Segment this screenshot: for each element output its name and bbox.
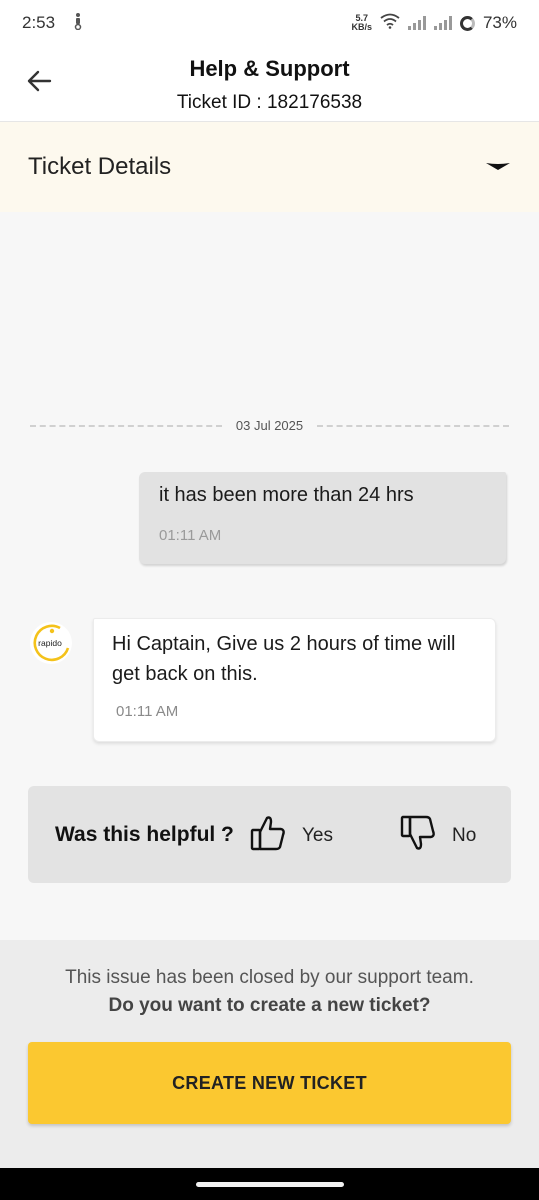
page-title: Help & Support [189,56,350,81]
feedback-card: Was this helpful ? Yes No [28,786,511,883]
create-new-ticket-button[interactable]: CREATE NEW TICKET [28,1042,511,1124]
status-bar: 2:53 5.7 KB/s 73% [0,0,539,46]
closed-note-text: This issue has been closed by our suppor… [65,967,474,988]
chat-area[interactable]: 03 Jul 2025 it has been more than 24 hrs… [0,212,539,940]
chat-date: 03 Jul 2025 [235,418,304,433]
message-text: it has been more than 24 hrs [159,484,414,506]
feedback-yes-label: Yes [302,825,333,846]
footer: This issue has been closed by our suppor… [0,940,539,1168]
message-text: Hi Captain, Give us 2 hours of time will… [112,633,456,685]
battery-ring-icon [459,15,475,31]
signal-icon [433,16,452,30]
message-time: 01:11 AM [159,527,222,544]
wifi-icon [380,13,400,34]
date-divider: 03 Jul 2025 [30,418,510,433]
feedback-question: Was this helpful ? [55,822,234,846]
app-header: Help & Support Ticket ID : 182176538 [0,46,539,122]
feedback-no-label: No [452,825,477,846]
scooter-icon [71,12,85,35]
support-message: Hi Captain, Give us 2 hours of time will… [93,618,496,742]
message-time: 01:11 AM [116,703,179,720]
ticket-details-toggle[interactable]: Ticket Details [0,122,539,212]
closed-question: Do you want to create a new ticket? [108,995,431,1016]
status-time: 2:53 [22,13,56,32]
closed-note: This issue has been closed by our suppor… [0,964,539,1020]
thumbs-down-icon [400,814,436,858]
user-message: it has been more than 24 hrs 01:11 AM [139,472,506,564]
feedback-no-button[interactable]: No [400,814,476,858]
battery-level: 73% [482,13,517,32]
thumbs-up-icon [250,814,286,858]
net-speed: 5.7 KB/s [351,13,372,32]
rapido-logo-avatar: rapido [30,622,72,664]
caret-down-icon [485,161,511,173]
ticket-id: Ticket ID : 182176538 [176,92,363,113]
ticket-details-label: Ticket Details [28,153,172,180]
svg-text:rapido: rapido [38,638,62,648]
home-gesture-handle[interactable] [195,1181,344,1187]
signal-icon [407,16,426,30]
navigation-bar [0,1168,539,1200]
feedback-yes-button[interactable]: Yes [250,814,333,858]
